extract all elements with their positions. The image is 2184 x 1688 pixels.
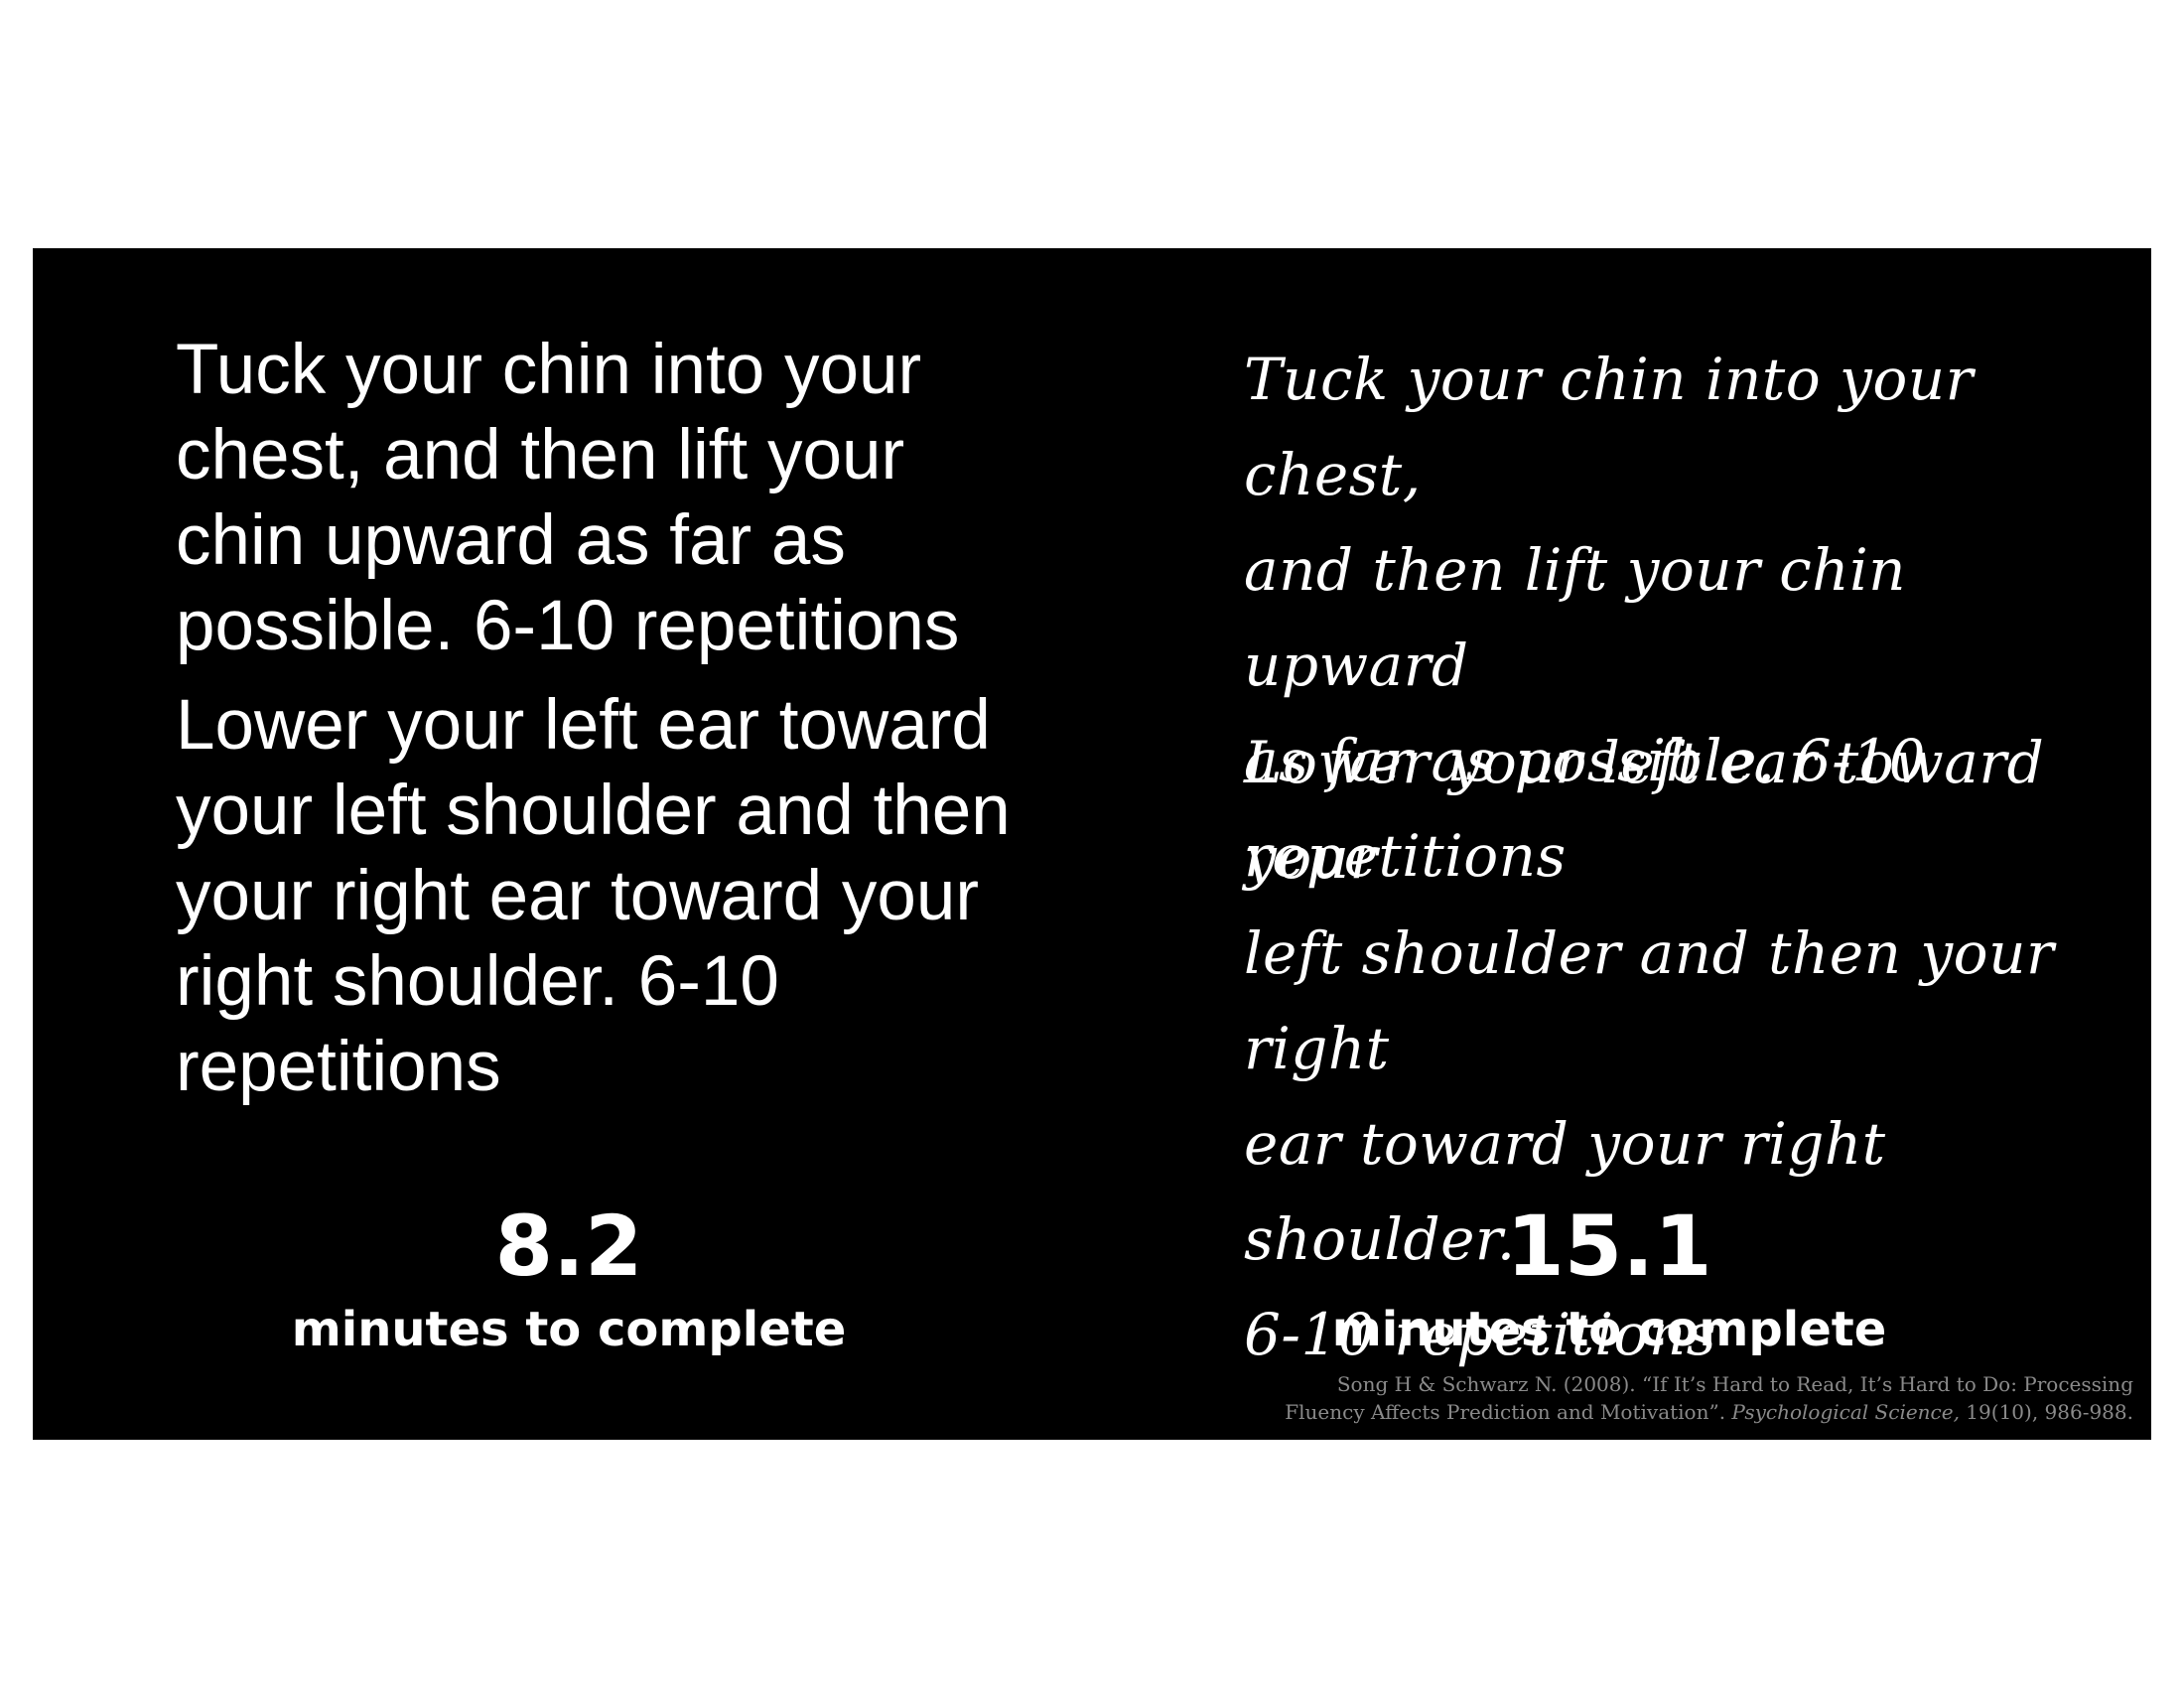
citation-line-2-end: 19(10), 986-988. <box>1959 1400 2133 1424</box>
slide: Tuck your chin into your chest, and then… <box>33 248 2151 1440</box>
citation-journal: Psychological Science, <box>1731 1400 1960 1424</box>
citation-line-2: Fluency Affects Prediction and Motivatio… <box>1141 1398 2133 1426</box>
plain-instruction-2: Lower your left ear toward your left sho… <box>176 686 1011 1106</box>
plain-stat-label: minutes to complete <box>291 1302 847 1357</box>
page: Tuck your chin into your chest, and then… <box>0 0 2184 1688</box>
citation: Song H & Schwarz N. (2008). “If It’s Har… <box>1141 1370 2133 1426</box>
script-font-stat: 15.1 minutes to complete <box>1282 1196 1937 1359</box>
citation-line-1: Song H & Schwarz N. (2008). “If It’s Har… <box>1336 1372 2133 1396</box>
plain-stat-value: 8.2 <box>494 1197 643 1295</box>
plain-font-stat: 8.2 minutes to complete <box>261 1196 877 1359</box>
script-stat-value: 15.1 <box>1506 1197 1712 1295</box>
plain-instruction-1: Tuck your chin into your chest, and then… <box>176 331 960 665</box>
citation-line-2-start: Fluency Affects Prediction and Motivatio… <box>1285 1400 1732 1424</box>
script-stat-label: minutes to complete <box>1331 1302 1887 1357</box>
